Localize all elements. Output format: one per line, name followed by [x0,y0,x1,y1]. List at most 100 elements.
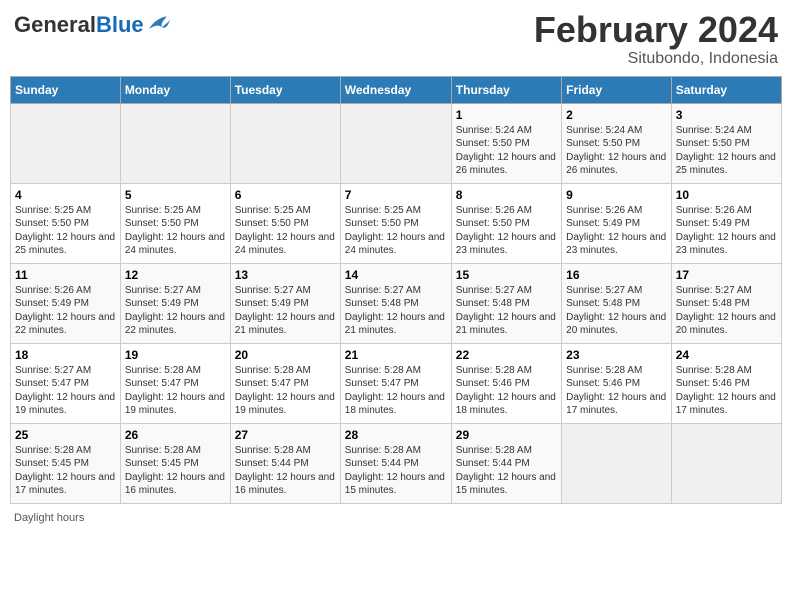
calendar-week-row: 18Sunrise: 5:27 AMSunset: 5:47 PMDayligh… [11,343,782,423]
calendar-cell: 13 Sunrise: 5:27 AMSunset: 5:49 PMDayligh… [230,263,340,343]
day-number: 28 [345,428,447,442]
calendar-cell: 8Sunrise: 5:26 AMSunset: 5:50 PMDaylight… [451,183,561,263]
calendar-cell: 9 Sunrise: 5:26 AMSunset: 5:49 PMDaylight… [562,183,672,263]
day-number: 29 [456,428,557,442]
calendar-cell [120,103,230,183]
calendar-cell: 26 Sunrise: 5:28 AMSunset: 5:45 PMDayligh… [120,423,230,503]
main-title: February 2024 [534,10,778,50]
weekday-header: Thursday [451,76,561,103]
day-info: Sunrise: 5:25 AMSunset: 5:50 PMDaylight:… [345,204,447,258]
day-number: 23 [566,348,667,362]
day-number: 1 [456,108,557,122]
calendar-cell: 5 Sunrise: 5:25 AMSunset: 5:50 PMDaylight… [120,183,230,263]
day-info: Sunrise: 5:27 AMSunset: 5:48 PMDaylight:… [345,284,447,338]
title-block: February 2024 Situbondo, Indonesia [534,10,778,68]
calendar-cell: 10 Sunrise: 5:26 AMSunset: 5:49 PMDayligh… [671,183,781,263]
day-info: Sunrise: 5:28 AMSunset: 5:44 PMDaylight:… [456,444,557,498]
weekday-header: Wednesday [340,76,451,103]
day-number: 9 [566,188,667,202]
calendar-week-row: 25 Sunrise: 5:28 AMSunset: 5:45 PMDayligh… [11,423,782,503]
calendar-cell: 29 Sunrise: 5:28 AMSunset: 5:44 PMDayligh… [451,423,561,503]
day-info: Sunrise: 5:25 AMSunset: 5:50 PMDaylight:… [15,204,116,258]
day-info: Sunrise: 5:24 AMSunset: 5:50 PMDaylight:… [676,124,777,178]
day-info: Sunrise: 5:25 AMSunset: 5:50 PMDaylight:… [125,204,226,258]
weekday-header-row: SundayMondayTuesdayWednesdayThursdayFrid… [11,76,782,103]
day-info: Sunrise: 5:24 AMSunset: 5:50 PMDaylight:… [566,124,667,178]
subtitle: Situbondo, Indonesia [534,50,778,68]
day-info: Sunrise: 5:28 AMSunset: 5:47 PMDaylight:… [125,364,226,418]
calendar-cell: 3 Sunrise: 5:24 AMSunset: 5:50 PMDaylight… [671,103,781,183]
weekday-header: Saturday [671,76,781,103]
day-info: Sunrise: 5:26 AMSunset: 5:49 PMDaylight:… [676,204,777,258]
day-info: Sunrise: 5:27 AMSunset: 5:48 PMDaylight:… [676,284,777,338]
calendar-cell: 6 Sunrise: 5:25 AMSunset: 5:50 PMDaylight… [230,183,340,263]
calendar-cell: 28 Sunrise: 5:28 AMSunset: 5:44 PMDayligh… [340,423,451,503]
day-info: Sunrise: 5:24 AMSunset: 5:50 PMDaylight:… [456,124,557,178]
logo-blue-text: Blue [96,12,144,37]
calendar-cell: 1 Sunrise: 5:24 AMSunset: 5:50 PMDaylight… [451,103,561,183]
page-header: GeneralBlue February 2024 Situbondo, Ind… [10,10,782,68]
calendar-cell: 16Sunrise: 5:27 AMSunset: 5:48 PMDayligh… [562,263,672,343]
day-info: Sunrise: 5:28 AMSunset: 5:47 PMDaylight:… [235,364,336,418]
daylight-label: Daylight hours [14,512,84,524]
logo-bird-icon [146,14,170,36]
calendar-cell: 18Sunrise: 5:27 AMSunset: 5:47 PMDayligh… [11,343,121,423]
calendar-cell: 11 Sunrise: 5:26 AMSunset: 5:49 PMDayligh… [11,263,121,343]
day-info: Sunrise: 5:28 AMSunset: 5:47 PMDaylight:… [345,364,447,418]
day-info: Sunrise: 5:25 AMSunset: 5:50 PMDaylight:… [235,204,336,258]
calendar-cell: 12Sunrise: 5:27 AMSunset: 5:49 PMDayligh… [120,263,230,343]
calendar-cell: 24 Sunrise: 5:28 AMSunset: 5:46 PMDayligh… [671,343,781,423]
day-number: 3 [676,108,777,122]
day-info: Sunrise: 5:27 AMSunset: 5:48 PMDaylight:… [456,284,557,338]
calendar-cell: 4 Sunrise: 5:25 AMSunset: 5:50 PMDaylight… [11,183,121,263]
calendar-cell [230,103,340,183]
footer: Daylight hours [10,512,782,524]
day-number: 25 [15,428,116,442]
day-info: Sunrise: 5:26 AMSunset: 5:49 PMDaylight:… [15,284,116,338]
day-number: 6 [235,188,336,202]
day-number: 24 [676,348,777,362]
calendar-table: SundayMondayTuesdayWednesdayThursdayFrid… [10,76,782,504]
calendar-cell [340,103,451,183]
day-info: Sunrise: 5:27 AMSunset: 5:48 PMDaylight:… [566,284,667,338]
day-info: Sunrise: 5:28 AMSunset: 5:46 PMDaylight:… [676,364,777,418]
calendar-cell: 7Sunrise: 5:25 AMSunset: 5:50 PMDaylight… [340,183,451,263]
calendar-cell [11,103,121,183]
day-number: 26 [125,428,226,442]
day-info: Sunrise: 5:28 AMSunset: 5:44 PMDaylight:… [235,444,336,498]
calendar-cell: 21 Sunrise: 5:28 AMSunset: 5:47 PMDayligh… [340,343,451,423]
calendar-cell: 2 Sunrise: 5:24 AMSunset: 5:50 PMDaylight… [562,103,672,183]
logo-general-text: General [14,12,96,37]
calendar-cell: 19 Sunrise: 5:28 AMSunset: 5:47 PMDayligh… [120,343,230,423]
calendar-week-row: 1 Sunrise: 5:24 AMSunset: 5:50 PMDaylight… [11,103,782,183]
day-number: 13 [235,268,336,282]
day-number: 10 [676,188,777,202]
day-number: 20 [235,348,336,362]
calendar-cell: 25Sunrise: 5:28 AMSunset: 5:45 PMDayligh… [11,423,121,503]
calendar-cell: 20 Sunrise: 5:28 AMSunset: 5:47 PMDayligh… [230,343,340,423]
day-info: Sunrise: 5:26 AMSunset: 5:50 PMDaylight:… [456,204,557,258]
calendar-cell [671,423,781,503]
day-number: 4 [15,188,116,202]
day-info: Sunrise: 5:27 AMSunset: 5:49 PMDaylight:… [125,284,226,338]
day-number: 21 [345,348,447,362]
logo: GeneralBlue [14,14,170,36]
calendar-week-row: 11 Sunrise: 5:26 AMSunset: 5:49 PMDayligh… [11,263,782,343]
calendar-cell: 14Sunrise: 5:27 AMSunset: 5:48 PMDayligh… [340,263,451,343]
day-number: 22 [456,348,557,362]
calendar-cell: 27Sunrise: 5:28 AMSunset: 5:44 PMDayligh… [230,423,340,503]
day-number: 5 [125,188,226,202]
calendar-cell: 17Sunrise: 5:27 AMSunset: 5:48 PMDayligh… [671,263,781,343]
day-info: Sunrise: 5:27 AMSunset: 5:49 PMDaylight:… [235,284,336,338]
day-number: 19 [125,348,226,362]
day-info: Sunrise: 5:28 AMSunset: 5:45 PMDaylight:… [125,444,226,498]
calendar-week-row: 4 Sunrise: 5:25 AMSunset: 5:50 PMDaylight… [11,183,782,263]
day-number: 11 [15,268,116,282]
day-info: Sunrise: 5:28 AMSunset: 5:44 PMDaylight:… [345,444,447,498]
day-info: Sunrise: 5:28 AMSunset: 5:46 PMDaylight:… [456,364,557,418]
day-number: 15 [456,268,557,282]
day-info: Sunrise: 5:27 AMSunset: 5:47 PMDaylight:… [15,364,116,418]
day-info: Sunrise: 5:26 AMSunset: 5:49 PMDaylight:… [566,204,667,258]
day-number: 2 [566,108,667,122]
weekday-header: Sunday [11,76,121,103]
